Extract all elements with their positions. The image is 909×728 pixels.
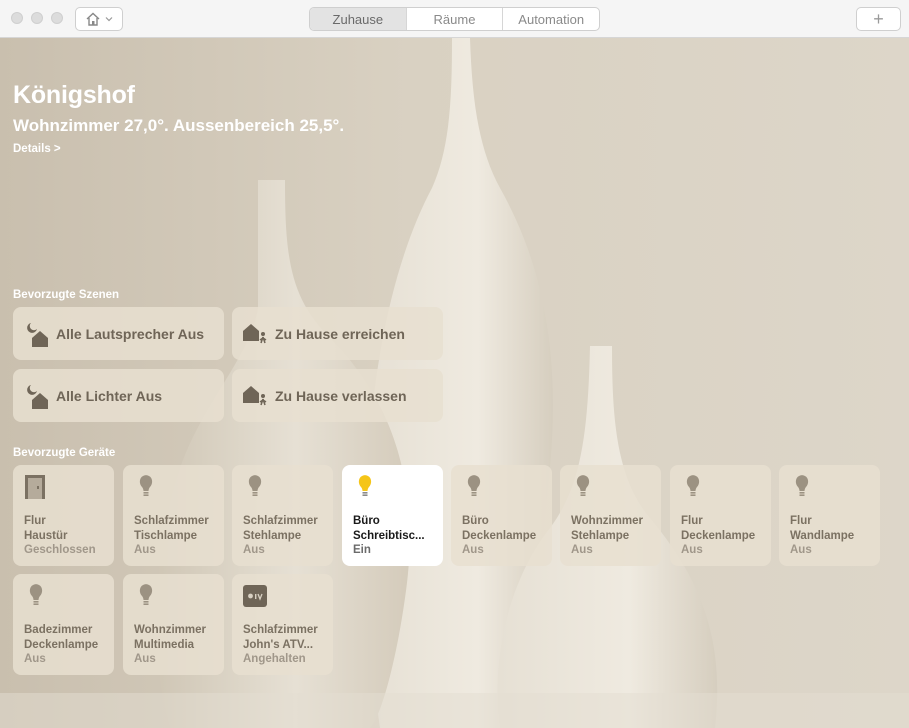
moon-home-icon (27, 384, 48, 409)
device-state: Aus (571, 544, 593, 556)
device-name: Schlafzimmer John's ATV... (243, 624, 318, 651)
device-tile-schlafzimmer-tischlampe[interactable]: Schlafzimmer Tischlampe Aus (123, 465, 224, 566)
zoom-window-button[interactable] (51, 12, 63, 24)
bulb-icon (467, 475, 481, 496)
device-tile-schlafzimmer-atv[interactable]: Schlafzimmer John's ATV... Angehalten (232, 574, 333, 675)
device-state: Aus (134, 544, 156, 556)
device-state: Aus (24, 653, 46, 665)
tab-zuhause[interactable]: Zuhause (310, 8, 407, 30)
moon-home-icon (27, 322, 48, 347)
scene-label: Alle Lichter Aus (56, 387, 163, 404)
close-window-button[interactable] (11, 12, 23, 24)
device-tile-wohnzimmer-stehlampe[interactable]: Wohnzimmer Stehlampe Aus (560, 465, 661, 566)
bulb-icon (358, 475, 372, 496)
device-name: Wohnzimmer Multimedia (134, 624, 206, 651)
minimize-window-button[interactable] (31, 12, 43, 24)
door-icon (25, 475, 45, 499)
scene-label: Alle Lautsprecher Aus (56, 325, 205, 342)
device-state: Aus (790, 544, 812, 556)
arrive-home-icon (243, 323, 267, 343)
bulb-icon (686, 475, 700, 496)
device-tile-wohnzimmer-multimedia[interactable]: Wohnzimmer Multimedia Aus (123, 574, 224, 675)
appletv-icon (243, 585, 267, 607)
device-name: Flur Wandlampe (790, 515, 855, 542)
device-name: Büro Schreibtisc... (353, 515, 425, 542)
home-view: Königshof Wohnzimmer 27,0°. Aussenbereic… (0, 38, 909, 728)
home-name: Königshof (13, 81, 135, 109)
devices-section-title: Bevorzugte Geräte (13, 447, 116, 459)
bulb-icon (248, 475, 262, 496)
scene-tile[interactable]: Alle Lautsprecher Aus (13, 307, 224, 360)
device-tile-flur-haustuer[interactable]: Flur Haustür Geschlossen (13, 465, 114, 566)
device-state: Aus (243, 544, 265, 556)
title-bar: Zuhause Räume Automation + (0, 0, 909, 38)
home-summary: Wohnzimmer 27,0°. Aussenbereich 25,5°. (13, 116, 345, 135)
device-name: Flur Haustür (24, 515, 68, 542)
view-tabs: Zuhause Räume Automation (309, 7, 600, 31)
device-name: Badezimmer Deckenlampe (24, 624, 99, 651)
device-tile-schlafzimmer-stehlampe[interactable]: Schlafzimmer Stehlampe Aus (232, 465, 333, 566)
device-state: Aus (681, 544, 703, 556)
chevron-down-icon (105, 17, 113, 22)
device-tile-buero-deckenlampe[interactable]: Büro Deckenlampe Aus (451, 465, 552, 566)
device-state: Geschlossen (24, 544, 96, 556)
device-name: Flur Deckenlampe (681, 515, 756, 542)
leave-home-icon (243, 385, 267, 405)
device-tile-badezimmer-deckenlampe[interactable]: Badezimmer Deckenlampe Aus (13, 574, 114, 675)
device-tile-buero-schreibtisch[interactable]: Büro Schreibtisc... Ein (342, 465, 443, 566)
tab-raeume[interactable]: Räume (407, 8, 504, 30)
scene-label: Zu Hause verlassen (275, 387, 407, 404)
bulb-icon (139, 584, 153, 605)
device-state: Aus (134, 653, 156, 665)
device-name: Schlafzimmer Tischlampe (134, 515, 209, 542)
scene-tile[interactable]: Zu Hause erreichen (232, 307, 443, 360)
device-state: Aus (462, 544, 484, 556)
home-selector-button[interactable] (75, 7, 123, 31)
scene-label: Zu Hause erreichen (275, 325, 405, 342)
tab-automation[interactable]: Automation (503, 8, 599, 30)
device-name: Wohnzimmer Stehlampe (571, 515, 643, 542)
device-tile-flur-deckenlampe[interactable]: Flur Deckenlampe Aus (670, 465, 771, 566)
scene-tile[interactable]: Zu Hause verlassen (232, 369, 443, 422)
details-link[interactable]: Details > (13, 143, 61, 155)
device-tile-flur-wandlampe[interactable]: Flur Wandlampe Aus (779, 465, 880, 566)
device-name: Büro Deckenlampe (462, 515, 537, 542)
scene-tile[interactable]: Alle Lichter Aus (13, 369, 224, 422)
house-icon (86, 12, 100, 26)
bulb-icon (576, 475, 590, 496)
scenes-section-title: Bevorzugte Szenen (13, 289, 120, 301)
device-state: Ein (353, 544, 371, 556)
device-state: Angehalten (243, 653, 306, 665)
bulb-icon (139, 475, 153, 496)
add-button[interactable]: + (856, 7, 901, 31)
bulb-icon (29, 584, 43, 605)
bulb-icon (795, 475, 809, 496)
device-name: Schlafzimmer Stehlampe (243, 515, 318, 542)
